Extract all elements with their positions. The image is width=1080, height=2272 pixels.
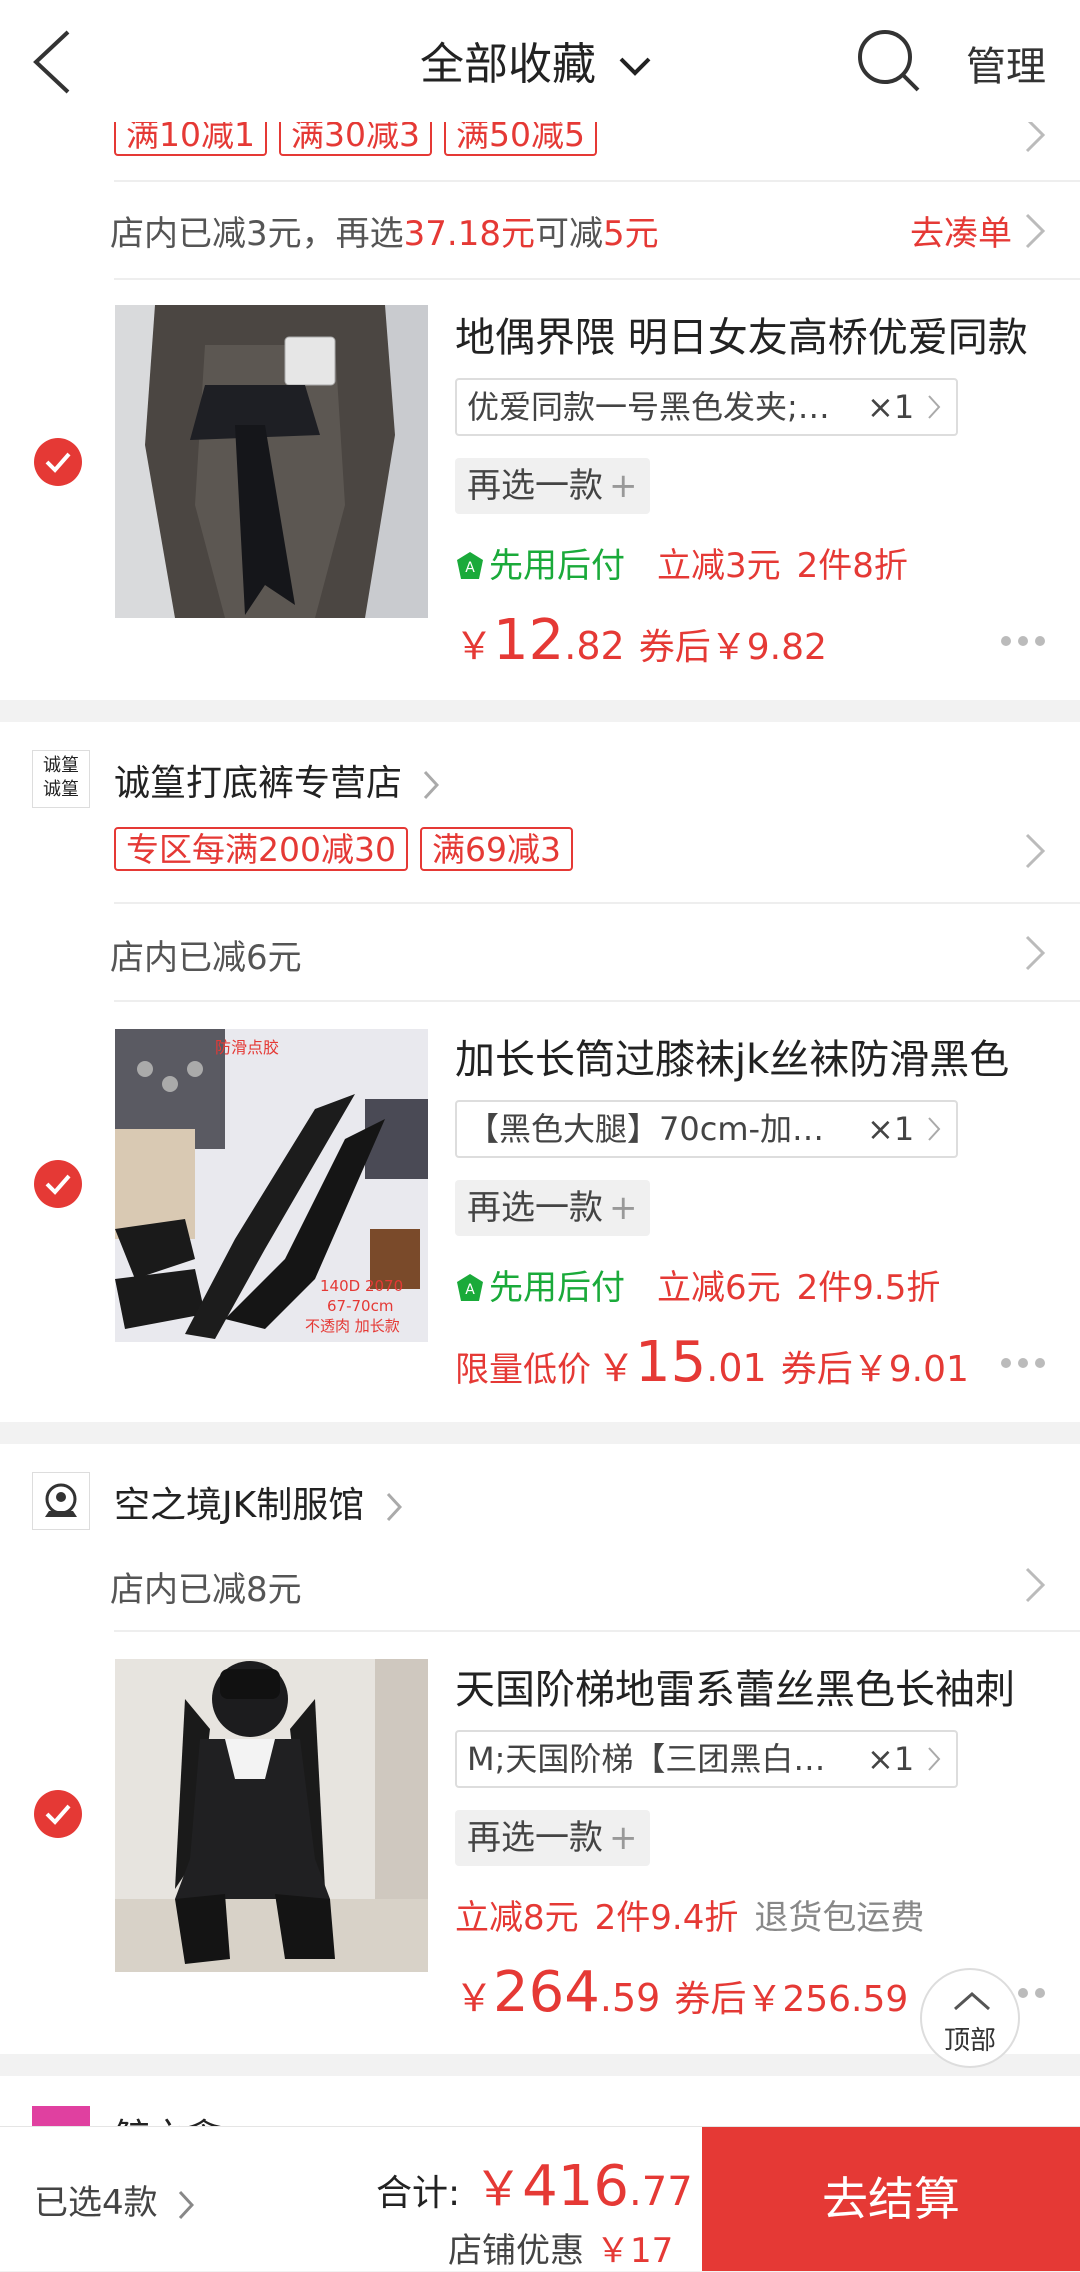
- back-to-top-button[interactable]: 顶部: [920, 1968, 1020, 2068]
- shop-card: 空之境JK制服馆 店内已减8元 天国阶梯地雷系蕾丝黑色长袖刺 M;天国阶梯【三团…: [0, 1444, 1080, 2054]
- divider: [114, 1630, 1080, 1632]
- plus-icon: +: [609, 466, 638, 506]
- thumb-label: 防滑点胶: [215, 1038, 279, 1057]
- shop-logo: 诚篁诚篁: [32, 750, 90, 808]
- product-image[interactable]: 防滑点胶 140D 2070 67-70cm 不透肉 加长款: [115, 1029, 428, 1342]
- shop-name[interactable]: 空之境JK制服馆: [114, 1476, 402, 1528]
- search-icon[interactable]: [856, 28, 922, 94]
- plus-icon: +: [609, 1818, 638, 1858]
- benefit-row: A 先用后付 立减3元 2件8折: [455, 538, 924, 587]
- item-checkbox[interactable]: [34, 438, 82, 486]
- sku-selector[interactable]: 优爱同款一号黑色发夹;… ×1: [455, 378, 958, 436]
- product-image[interactable]: [115, 305, 428, 618]
- reselect-button[interactable]: 再选一款 +: [455, 1180, 650, 1236]
- page-title[interactable]: 全部收藏: [420, 28, 652, 92]
- chevron-right-icon[interactable]: [1024, 212, 1046, 250]
- checkout-button[interactable]: 去结算: [702, 2127, 1080, 2271]
- chevron-right-icon[interactable]: [1024, 934, 1046, 972]
- price: ￥12.82 券后￥9.82: [455, 608, 827, 673]
- store-saving-info: 店内已减8元: [110, 1570, 302, 1610]
- svg-text:不透肉 加长款: 不透肉 加长款: [305, 1317, 400, 1335]
- chevron-right-icon: [928, 1747, 941, 1771]
- divider: [114, 180, 1080, 182]
- selected-count[interactable]: 已选4款: [34, 2175, 195, 2224]
- divider: [114, 902, 1080, 904]
- go-add-on-link[interactable]: 去凑单: [910, 206, 1012, 255]
- svg-text:A: A: [465, 560, 475, 576]
- chevron-right-icon: [424, 770, 440, 800]
- plus-icon: +: [609, 1188, 638, 1228]
- sku-selector[interactable]: 【黑色大腿】70cm-加… ×1: [455, 1100, 958, 1158]
- pay-later-icon: A: [457, 1274, 483, 1301]
- checkout-bar: 已选4款 合计: ￥416.77 店铺优惠 ￥17 去结算: [0, 2126, 1080, 2271]
- chevron-right-icon: [928, 1117, 941, 1141]
- chevron-right-icon[interactable]: [1024, 1566, 1046, 1604]
- reselect-button[interactable]: 再选一款 +: [455, 458, 650, 514]
- shop-header[interactable]: 诚篁诚篁 诚篁打底裤专营店: [0, 744, 1080, 834]
- chevron-right-icon: [386, 1492, 402, 1522]
- more-icon[interactable]: [998, 1355, 1048, 1371]
- chevron-left-icon[interactable]: [30, 28, 74, 96]
- stockings-photo: 防滑点胶 140D 2070 67-70cm 不透肉 加长款: [115, 1029, 428, 1342]
- chevron-up-icon: [954, 1991, 990, 2011]
- divider: [114, 1000, 1080, 1002]
- shop-logo: [32, 1472, 90, 1530]
- product-name[interactable]: 地偶界隈 明日女友高桥优爱同款: [455, 305, 1055, 363]
- shop-emblem-icon: [45, 1483, 77, 1517]
- benefit-row: A 先用后付 立减6元 2件9.5折: [455, 1260, 956, 1309]
- promo-tag: 满69减3: [419, 827, 573, 871]
- more-icon[interactable]: [998, 633, 1048, 649]
- divider: [114, 278, 1080, 280]
- hair-clip-photo: [115, 305, 428, 618]
- check-icon: [45, 1174, 71, 1195]
- shop-name[interactable]: 诚篁打底裤专营店: [114, 754, 440, 806]
- price: ￥264.59 券后￥256.59: [455, 1960, 909, 2025]
- chevron-down-icon: [619, 57, 651, 76]
- sku-selector[interactable]: M;天国阶梯【三团黑白… ×1: [455, 1730, 958, 1788]
- reselect-button[interactable]: 再选一款 +: [455, 1810, 650, 1866]
- manage-button[interactable]: 管理: [966, 34, 1046, 92]
- svg-text:140D 2070: 140D 2070: [320, 1277, 403, 1295]
- shop-card: 诚篁诚篁 诚篁打底裤专营店 专区每满200减30 满69减3 店内已减6元 防滑…: [0, 722, 1080, 1422]
- chevron-right-icon: [179, 2190, 195, 2219]
- promo-tags[interactable]: 专区每满200减30 满69减3: [114, 827, 573, 873]
- price: 限量低价 ￥15.01 券后￥9.01: [455, 1330, 969, 1395]
- top-bar: 全部收藏 管理: [0, 0, 1080, 122]
- chevron-right-icon: [928, 395, 941, 419]
- item-checkbox[interactable]: [34, 1790, 82, 1838]
- shop-header[interactable]: 空之境JK制服馆: [0, 1466, 1080, 1556]
- svg-text:A: A: [465, 1282, 475, 1298]
- total-price: 合计: ￥416.77: [376, 2154, 693, 2219]
- store-saving-info: 店内已减3元，再选37.18元可减5元: [110, 214, 659, 254]
- shop-card: 满10减1 满30减3 满50减5 店内已减3元，再选37.18元可减5元 去凑…: [0, 100, 1080, 700]
- pay-later-icon: A: [457, 552, 483, 579]
- product-name[interactable]: 天国阶梯地雷系蕾丝黑色长袖刺: [455, 1657, 1055, 1715]
- chevron-right-icon[interactable]: [1024, 832, 1046, 870]
- product-image[interactable]: [115, 1659, 428, 1972]
- svg-text:67-70cm: 67-70cm: [327, 1297, 393, 1315]
- check-icon: [45, 452, 71, 473]
- store-saving-info: 店内已减6元: [110, 938, 302, 978]
- dress-photo: [115, 1659, 428, 1972]
- shop-discount[interactable]: 店铺优惠 ￥17: [448, 2223, 673, 2272]
- promo-tag: 专区每满200减30: [114, 827, 408, 871]
- product-name[interactable]: 加长长筒过膝袜jk丝袜防滑黑色: [455, 1027, 1055, 1085]
- check-icon: [45, 1804, 71, 1825]
- benefit-row: 立减8元 2件9.4折 退货包运费: [455, 1898, 925, 1938]
- item-checkbox[interactable]: [34, 1160, 82, 1208]
